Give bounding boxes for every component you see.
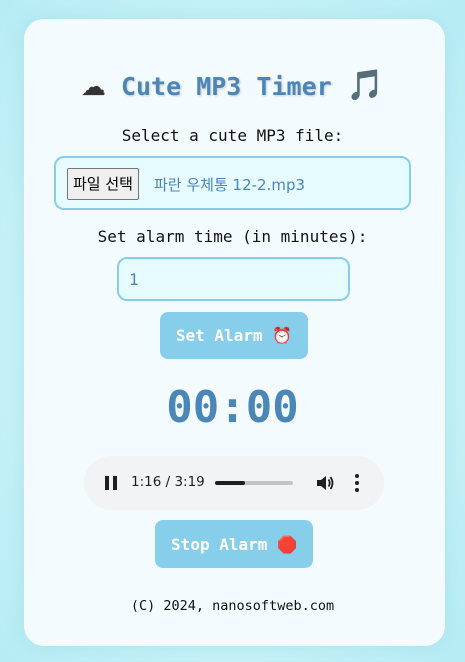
pause-icon[interactable] (104, 476, 118, 490)
seek-progress (215, 481, 245, 485)
more-vert-icon[interactable] (354, 474, 360, 492)
alarm-time-label: Set alarm time (in minutes): (97, 227, 368, 246)
stop-alarm-label: Stop Alarm (171, 534, 268, 554)
page-title-text: Cute MP3 Timer (120, 72, 332, 101)
stop-alarm-button[interactable]: Stop Alarm 🛑 (155, 520, 313, 568)
set-alarm-label: Set Alarm (175, 326, 263, 345)
music-note-icon: 🎵 (346, 68, 385, 103)
file-label: Select a cute MP3 file: (121, 126, 344, 145)
seek-slider[interactable] (215, 481, 293, 485)
set-alarm-button[interactable]: Set Alarm ⏰ (160, 312, 308, 359)
file-input[interactable]: 파일 선택 파란 우체통 12-2.mp3 (54, 156, 411, 210)
playback-time: 1:16 / 3:19 (131, 474, 205, 490)
selected-file-name: 파란 우체통 12-2.mp3 (154, 176, 306, 194)
countdown-display: 00:00 (166, 382, 299, 433)
choose-file-button[interactable]: 파일 선택 (67, 168, 139, 200)
volume-icon[interactable] (317, 475, 335, 491)
footer-copyright: (C) 2024, nanosoftweb.com (130, 598, 335, 614)
minutes-input[interactable] (117, 257, 350, 301)
audio-player: 1:16 / 3:19 (84, 456, 384, 510)
stop-sign-icon: 🛑 (277, 534, 297, 554)
alarm-clock-icon: ⏰ (272, 326, 293, 345)
cloud-icon: ☁ (80, 72, 106, 101)
page-title: ☁ Cute MP3 Timer 🎵 (0, 68, 465, 103)
